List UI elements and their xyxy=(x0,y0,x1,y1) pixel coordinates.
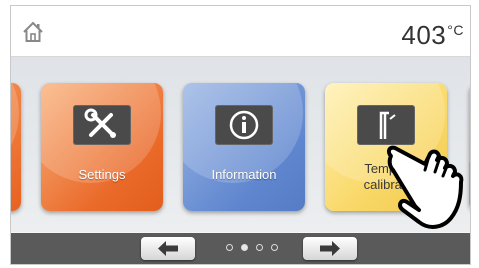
arrow-right-icon xyxy=(320,241,340,256)
page-dot-4 xyxy=(271,244,278,251)
arrow-left-icon xyxy=(158,241,178,256)
navigation-bar xyxy=(11,233,470,264)
temperature-unit: °C xyxy=(447,22,464,38)
temperature-readout: 403°C xyxy=(401,20,464,51)
tile-settings-label: Settings xyxy=(78,167,126,182)
tile-previous-partial[interactable] xyxy=(11,83,21,211)
page-dot-3 xyxy=(256,244,263,251)
page-indicator xyxy=(226,244,286,254)
page-dot-2-active xyxy=(241,244,248,251)
temperature-value: 403 xyxy=(401,20,447,50)
tile-information-label: Information xyxy=(211,167,277,182)
next-page-button[interactable] xyxy=(303,237,357,260)
hand-pointer-icon xyxy=(386,145,464,229)
device-screen: 403°C Settings Information Temper calibr… xyxy=(10,5,471,265)
tile-settings[interactable]: Settings xyxy=(41,83,163,211)
tools-icon xyxy=(73,105,131,145)
page-dot-1 xyxy=(226,244,233,251)
previous-page-button[interactable] xyxy=(141,237,195,260)
home-icon[interactable] xyxy=(21,20,45,44)
info-icon xyxy=(215,105,273,145)
tile-information[interactable]: Information xyxy=(183,83,305,211)
header-bar: 403°C xyxy=(11,6,470,57)
